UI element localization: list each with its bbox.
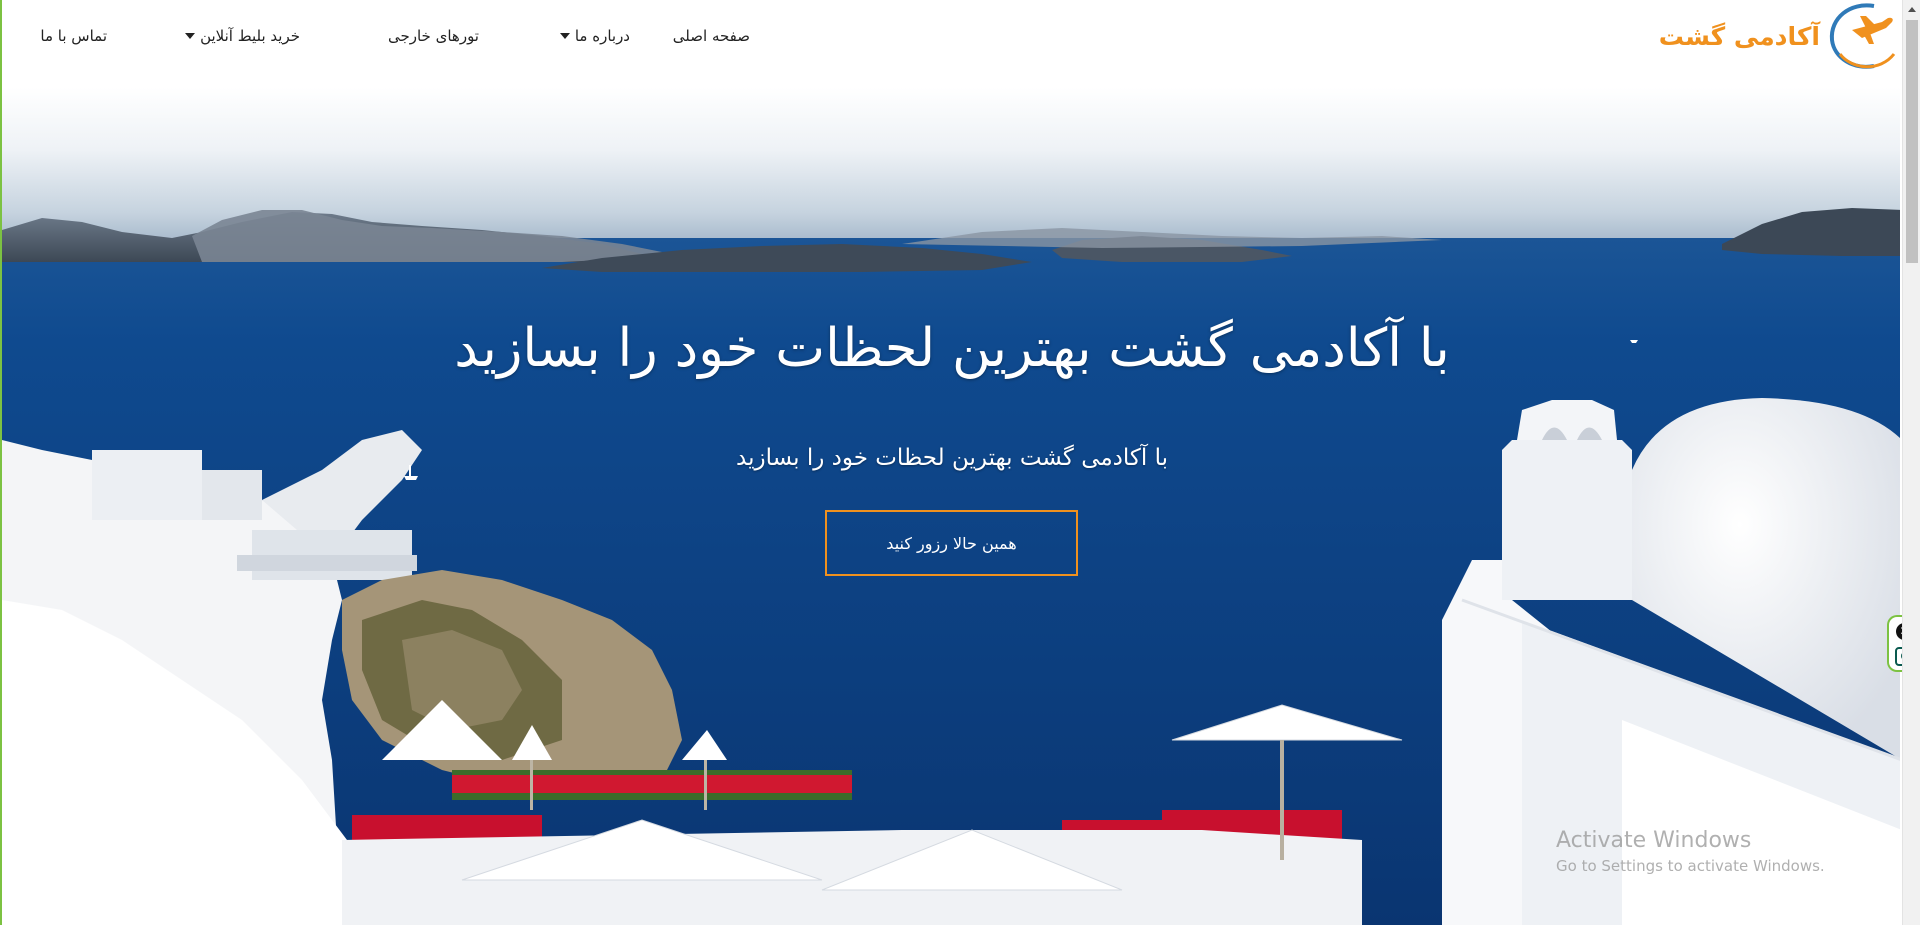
nav-item-contact[interactable]: تماس با ما bbox=[40, 22, 107, 50]
caret-down-icon bbox=[559, 33, 570, 39]
watermark-line1: Activate Windows bbox=[1556, 828, 1752, 853]
nav-item-label: تورهای خارجی bbox=[387, 27, 479, 45]
scroll-up-arrow-icon[interactable] bbox=[1903, 0, 1920, 18]
nav-item-buy-ticket[interactable]: خرید بلیط آنلاین bbox=[185, 22, 300, 50]
nav-item-label: درباره ما bbox=[574, 27, 630, 45]
page: آکادمی گشت صفحه اصلی درباره ما تورهای خا… bbox=[0, 0, 1900, 925]
hero-subtitle: با آکادمی گشت بهترین لحظات خود را بسازید bbox=[736, 445, 1168, 471]
nav-item-about[interactable]: درباره ما bbox=[559, 22, 630, 50]
windows-activation-watermark: Activate Windows Go to Settings to activ… bbox=[1556, 828, 1886, 875]
nav-item-label: خرید بلیط آنلاین bbox=[200, 27, 300, 45]
site-header: آکادمی گشت صفحه اصلی درباره ما تورهای خا… bbox=[2, 0, 1900, 72]
nav-item-foreign-tours[interactable]: تورهای خارجی bbox=[388, 22, 479, 50]
book-now-button[interactable]: همین حالا رزور کنید bbox=[825, 510, 1078, 576]
main-nav: صفحه اصلی درباره ما تورهای خارجی خرید بل… bbox=[2, 22, 1900, 50]
hero-title: با آکادمی گشت بهترین لحظات خود را بسازید bbox=[454, 318, 1450, 379]
caret-down-icon bbox=[185, 33, 196, 39]
nav-item-label: صفحه اصلی bbox=[672, 27, 750, 45]
vertical-scrollbar[interactable] bbox=[1902, 0, 1920, 925]
watermark-line2: Go to Settings to activate Windows. bbox=[1556, 857, 1825, 875]
nav-item-label: تماس با ما bbox=[40, 27, 107, 45]
nav-item-home[interactable]: صفحه اصلی bbox=[673, 22, 750, 50]
scrollbar-thumb[interactable] bbox=[1906, 20, 1918, 263]
